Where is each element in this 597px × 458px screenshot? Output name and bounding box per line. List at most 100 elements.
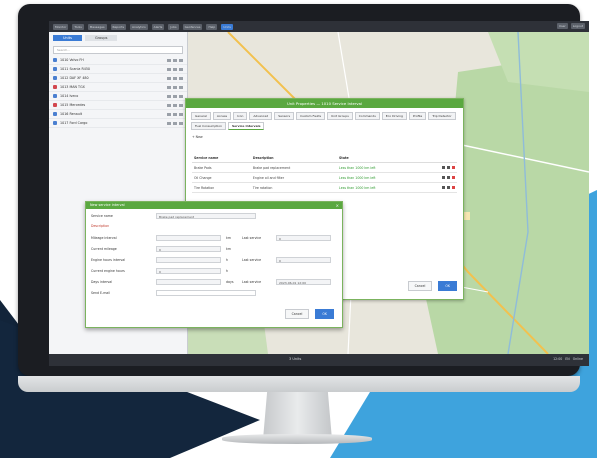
copy-icon[interactable] bbox=[447, 186, 450, 189]
action-icon[interactable] bbox=[167, 67, 171, 71]
list-item[interactable]: 1012 DAF XF 480 bbox=[49, 74, 187, 83]
action-icon[interactable] bbox=[179, 94, 183, 98]
last-service-date-field[interactable]: 2023-06-01 12:00 bbox=[276, 279, 331, 285]
unit-label: days bbox=[226, 280, 234, 284]
action-icon[interactable] bbox=[179, 76, 183, 80]
unit-label: 1017 Ford Cargo bbox=[60, 121, 88, 125]
tab-trip-detector[interactable]: Trip Detector bbox=[428, 112, 456, 120]
edit-icon[interactable] bbox=[442, 166, 445, 169]
taskbar-item[interactable]: Help bbox=[206, 23, 218, 30]
add-service-link[interactable]: + New bbox=[192, 135, 457, 139]
taskbar-item[interactable]: Jobs bbox=[168, 23, 179, 30]
tab-commands[interactable]: Commands bbox=[354, 112, 380, 120]
tab-sensors[interactable]: Sensors bbox=[274, 112, 295, 120]
taskbar-item[interactable]: Monitor bbox=[53, 23, 69, 30]
list-item[interactable]: 1016 Renault bbox=[49, 110, 187, 119]
action-icon[interactable] bbox=[173, 112, 177, 116]
cell-description: Brake pad replacement bbox=[250, 162, 338, 173]
cell-description: Tire rotation bbox=[250, 182, 338, 193]
taskbar-item-active[interactable]: Units bbox=[221, 23, 233, 30]
action-icon[interactable] bbox=[179, 67, 183, 71]
list-item[interactable]: 1010 Volvo FH bbox=[49, 56, 187, 65]
tab-groups[interactable]: Groups bbox=[84, 35, 118, 41]
tab-custom-fields[interactable]: Custom Fields bbox=[296, 112, 326, 120]
current-engine-hours-field[interactable]: 0 bbox=[156, 268, 221, 274]
service-name-label: Service name bbox=[91, 214, 113, 218]
send-email-field[interactable] bbox=[156, 290, 256, 296]
action-icon[interactable] bbox=[167, 103, 171, 107]
user-button[interactable]: User bbox=[556, 23, 568, 29]
table-row[interactable]: Tire Rotation Tire rotation Less than 1000… bbox=[192, 182, 457, 193]
tab-access[interactable]: Access bbox=[212, 112, 232, 120]
service-name-field[interactable]: Brake pad replacement bbox=[156, 213, 256, 219]
language-button[interactable]: EN bbox=[565, 357, 569, 361]
cancel-button[interactable]: Cancel bbox=[284, 309, 310, 319]
action-icon[interactable] bbox=[167, 76, 171, 80]
table-row[interactable]: Brake Pads Brake pad replacement Less than… bbox=[192, 162, 457, 173]
action-icon[interactable] bbox=[167, 112, 171, 116]
dialog-tabs: General Access Icon Advanced Sensors Custom F… bbox=[186, 108, 463, 132]
engine-hours-interval-field[interactable] bbox=[156, 257, 221, 263]
taskbar-item[interactable]: Messages bbox=[87, 23, 107, 30]
tab-advanced[interactable]: Advanced bbox=[249, 112, 273, 120]
list-item[interactable]: 1017 Ford Cargo bbox=[49, 119, 187, 128]
unit-label: km bbox=[226, 236, 231, 240]
taskbar-item[interactable]: Geofences bbox=[182, 23, 203, 30]
logout-button[interactable]: Logout bbox=[570, 23, 585, 29]
action-icon[interactable] bbox=[173, 58, 177, 62]
list-item[interactable]: 1013 MAN TGX bbox=[49, 83, 187, 92]
tab-general[interactable]: General bbox=[191, 112, 211, 120]
last-service-hours-field[interactable]: 0 bbox=[276, 257, 331, 263]
ok-button[interactable]: OK bbox=[438, 281, 457, 291]
action-icon[interactable] bbox=[179, 58, 183, 62]
delete-icon[interactable] bbox=[452, 176, 455, 179]
taskbar-item[interactable]: Reports bbox=[110, 23, 127, 30]
search-input[interactable]: Search... bbox=[53, 46, 183, 54]
list-item[interactable]: 1014 Iveco bbox=[49, 92, 187, 101]
action-icon[interactable] bbox=[179, 112, 183, 116]
table-row[interactable]: Oil Change Engine oil and filter Less than… bbox=[192, 172, 457, 183]
taskbar-item[interactable]: Tools bbox=[72, 23, 84, 30]
action-icon[interactable] bbox=[173, 76, 177, 80]
action-icon[interactable] bbox=[173, 94, 177, 98]
days-interval-field[interactable] bbox=[156, 279, 221, 285]
action-icon[interactable] bbox=[167, 121, 171, 125]
taskbar-item[interactable]: Analytics bbox=[130, 23, 148, 30]
list-item[interactable]: 1015 Mercedes bbox=[49, 101, 187, 110]
tab-units[interactable]: Units bbox=[53, 35, 82, 41]
cell-state: Less than 1000 km left bbox=[337, 182, 422, 193]
tab-service-intervals[interactable]: Service Intervals bbox=[227, 122, 265, 130]
copy-icon[interactable] bbox=[447, 176, 450, 179]
action-icon[interactable] bbox=[167, 58, 171, 62]
edit-icon[interactable] bbox=[442, 176, 445, 179]
delete-icon[interactable] bbox=[452, 186, 455, 189]
action-icon[interactable] bbox=[179, 121, 183, 125]
mileage-interval-field[interactable] bbox=[156, 235, 221, 241]
action-icon[interactable] bbox=[173, 85, 177, 89]
tab-profile[interactable]: Profile bbox=[408, 112, 427, 120]
current-mileage-label: Current mileage bbox=[91, 247, 117, 251]
action-icon[interactable] bbox=[173, 121, 177, 125]
close-icon[interactable]: × bbox=[336, 203, 339, 208]
ok-button[interactable]: OK bbox=[315, 309, 334, 319]
tab-unit-groups[interactable]: Unit Groups bbox=[327, 112, 353, 120]
edit-icon[interactable] bbox=[442, 186, 445, 189]
action-icon[interactable] bbox=[179, 103, 183, 107]
tab-icon[interactable]: Icon bbox=[233, 112, 248, 120]
taskbar-item[interactable]: Alerts bbox=[151, 23, 165, 30]
tab-eco-driving[interactable]: Eco Driving bbox=[381, 112, 407, 120]
unit-icon bbox=[53, 76, 57, 80]
last-service-mileage-field[interactable]: 0 bbox=[276, 235, 331, 241]
action-icon[interactable] bbox=[167, 85, 171, 89]
action-icon[interactable] bbox=[173, 67, 177, 71]
action-icon[interactable] bbox=[167, 94, 171, 98]
list-item[interactable]: 1011 Scania R450 bbox=[49, 65, 187, 74]
tab-fuel-consumption[interactable]: Fuel Consumption bbox=[191, 122, 226, 130]
action-icon[interactable] bbox=[179, 85, 183, 89]
current-mileage-field[interactable]: 0 bbox=[156, 246, 221, 252]
unit-icon bbox=[53, 58, 57, 62]
action-icon[interactable] bbox=[173, 103, 177, 107]
cancel-button[interactable]: Cancel bbox=[407, 281, 433, 291]
copy-icon[interactable] bbox=[447, 166, 450, 169]
delete-icon[interactable] bbox=[452, 166, 455, 169]
